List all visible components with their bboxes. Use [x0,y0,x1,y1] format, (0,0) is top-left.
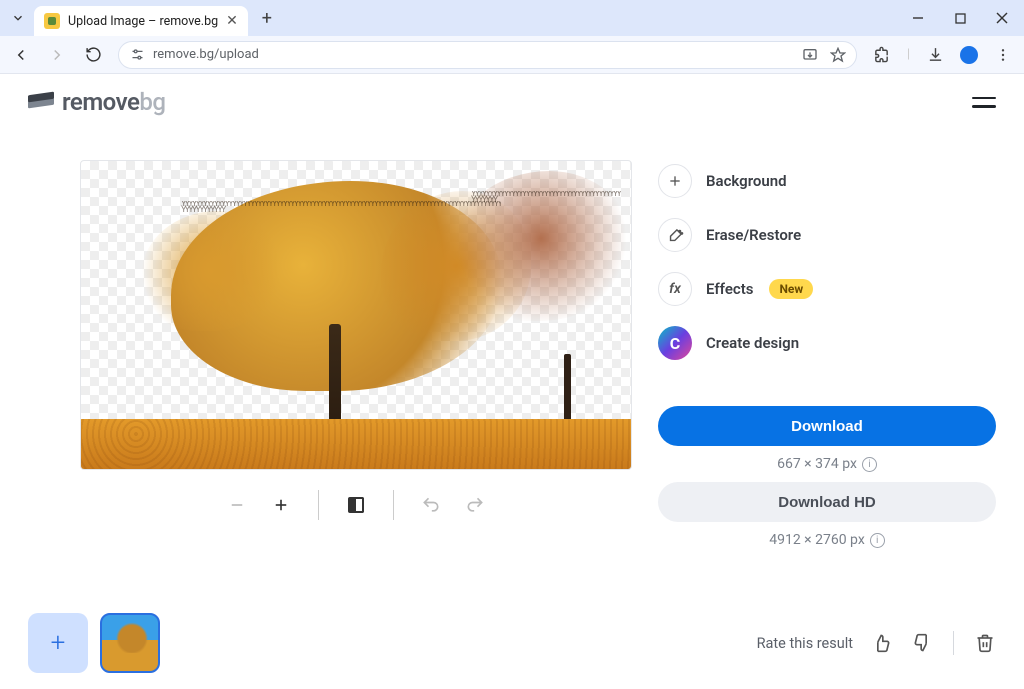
info-icon[interactable]: i [862,457,877,472]
favicon-icon [44,13,60,29]
browser-tab-strip: Upload Image – remove.bg ✕ + [0,0,1024,36]
download-button[interactable]: Download [658,406,996,446]
main-content: Y Y Y Y Y Y Y Y Y Y Y Y Y Y Y Y Y Y Y Y … [0,130,1024,548]
menu-button[interactable] [972,97,996,108]
erase-restore-tool[interactable]: Erase/Restore [658,218,996,252]
result-image-art: Y Y Y Y Y Y Y Y Y Y Y Y Y Y Y Y Y Y Y Y … [81,161,631,469]
thumbs-down-button[interactable] [911,632,933,654]
footer: + Rate this result [0,601,1024,689]
thumbnail-strip: + [28,613,160,673]
canva-icon: C [658,326,692,360]
new-tab-button[interactable]: + [254,5,280,31]
tab-close-button[interactable]: ✕ [226,14,238,28]
side-panel: Background Erase/Restore fx Effects New … [658,160,996,548]
zoom-out-button[interactable] [224,492,250,518]
back-button[interactable] [10,44,32,66]
zoom-in-button[interactable] [268,492,294,518]
info-icon[interactable]: i [870,533,885,548]
create-design-tool[interactable]: C Create design [658,326,996,360]
tool-label: Effects [706,280,753,298]
compare-button[interactable] [343,492,369,518]
brush-icon [658,218,692,252]
image-thumbnail[interactable] [100,613,160,673]
background-tool[interactable]: Background [658,164,996,198]
canvas-toolbar [80,490,632,520]
tab-title: Upload Image – remove.bg [68,14,218,29]
maximize-button[interactable] [950,8,970,28]
result-image[interactable]: Y Y Y Y Y Y Y Y Y Y Y Y Y Y Y Y Y Y Y Y … [80,160,632,470]
logo-mark-icon [28,91,54,113]
browser-tab[interactable]: Upload Image – remove.bg ✕ [34,6,248,36]
site-header: removebg [0,74,1024,130]
download-hd-dimensions: 4912 × 2760 px i [658,532,996,548]
forward-button[interactable] [46,44,68,66]
add-image-button[interactable]: + [28,613,88,673]
address-url: remove.bg/upload [153,47,259,62]
toolbar-separator [393,490,394,520]
browser-menu-icon[interactable] [992,44,1014,66]
extensions-icon[interactable] [871,44,893,66]
tool-label: Create design [706,334,799,352]
tool-list: Background Erase/Restore fx Effects New … [658,164,996,360]
site-settings-icon[interactable] [129,47,145,63]
tool-label: Background [706,172,787,190]
plus-icon [658,164,692,198]
install-app-icon[interactable] [802,47,818,63]
new-badge: New [769,279,813,299]
window-controls [908,8,1016,28]
tool-label: Erase/Restore [706,226,801,244]
download-dimensions: 667 × 374 px i [658,456,996,472]
rate-label: Rate this result [757,635,853,652]
redo-button[interactable] [462,492,488,518]
download-hd-button[interactable]: Download HD [658,482,996,522]
downloads-icon[interactable] [924,44,946,66]
rate-area: Rate this result [757,631,996,655]
minimize-button[interactable] [908,8,928,28]
toolbar-separator [318,490,319,520]
thumbs-up-button[interactable] [871,632,893,654]
tab-search-button[interactable] [8,8,28,28]
bookmark-icon[interactable] [830,47,846,63]
close-window-button[interactable] [992,8,1012,28]
separator [953,631,954,655]
fx-icon: fx [658,272,692,306]
undo-button[interactable] [418,492,444,518]
browser-toolbar: remove.bg/upload | [0,36,1024,74]
site-logo[interactable]: removebg [28,88,165,116]
address-bar[interactable]: remove.bg/upload [118,41,857,69]
reload-button[interactable] [82,44,104,66]
download-area: Download 667 × 374 px i Download HD 4912… [658,406,996,548]
delete-button[interactable] [974,632,996,654]
logo-text: removebg [62,88,165,116]
effects-tool[interactable]: fx Effects New [658,272,996,306]
canvas-column: Y Y Y Y Y Y Y Y Y Y Y Y Y Y Y Y Y Y Y Y … [80,160,632,548]
profile-avatar[interactable] [960,46,978,64]
